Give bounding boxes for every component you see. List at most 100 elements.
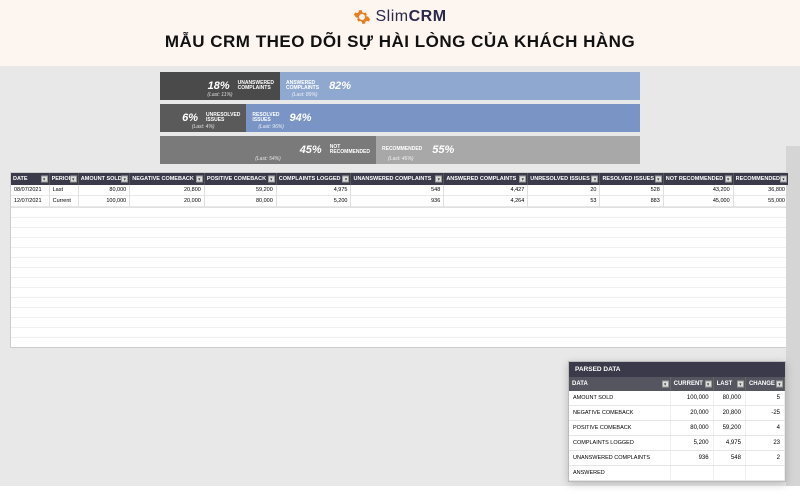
filter-dropdown-icon[interactable]: ▾ — [41, 176, 48, 183]
parsed-row[interactable]: AMOUNT SOLD100,00080,0005 — [569, 391, 785, 406]
table-cell: 883 — [600, 196, 663, 207]
column-header[interactable]: UNRESOLVED ISSUES▾ — [528, 173, 600, 185]
kpi-right-pct: 94% — [290, 112, 312, 124]
column-header[interactable]: NOT RECOMMENDED▾ — [663, 173, 733, 185]
filter-dropdown-icon[interactable]: ▾ — [591, 176, 598, 183]
column-header[interactable]: AMOUNT SOLD▾ — [78, 173, 129, 185]
filter-dropdown-icon[interactable]: ▾ — [725, 176, 732, 183]
filter-dropdown-icon[interactable]: ▾ — [196, 176, 203, 183]
parsed-cell: 80,000 — [713, 391, 745, 406]
table-cell: 528 — [600, 185, 663, 196]
brand-logo: SlimCRM — [0, 8, 800, 26]
parsed-cell: POSITIVE COMEBACK — [569, 421, 670, 436]
kpi-right-label: ANSWEREDCOMPLAINTS — [286, 81, 319, 92]
filter-dropdown-icon[interactable]: ▾ — [737, 381, 744, 388]
column-header[interactable]: COMPLAINTS LOGGED▾ — [276, 173, 351, 185]
parsed-cell: 5,200 — [670, 436, 713, 451]
table-cell: 80,000 — [78, 185, 129, 196]
parsed-column-header[interactable]: LAST▾ — [713, 377, 745, 391]
kpi-right-label: RECOMMENDED — [382, 147, 422, 153]
kpi-bar-row: 6%UNRESOLVEDISSUES(Last: 4%)RESOLVEDISSU… — [160, 104, 640, 132]
parsed-column-header[interactable]: CURRENT▾ — [670, 377, 713, 391]
kpi-left-label: NOTRECOMMENDED — [330, 145, 370, 156]
filter-dropdown-icon[interactable]: ▾ — [780, 176, 787, 183]
filter-dropdown-icon[interactable]: ▾ — [121, 176, 128, 183]
kpi-left-label: UNRESOLVEDISSUES — [206, 113, 240, 124]
kpi-left-pct: 6% — [182, 112, 198, 124]
table-cell: 4,975 — [276, 185, 351, 196]
table-cell: 4,427 — [444, 185, 528, 196]
parsed-data-panel: PARSED DATA DATA▾CURRENT▾LAST▾CHANGE▾ AM… — [568, 361, 786, 482]
page-title: MẪU CRM THEO DÕI SỰ HÀI LÒNG CỦA KHÁCH H… — [0, 32, 800, 52]
empty-grid-rows — [11, 207, 789, 347]
kpi-left-last: (Last: 4%) — [192, 124, 215, 130]
table-cell: 43,200 — [663, 185, 733, 196]
column-header[interactable]: UNANSWERED COMPLAINTS▾ — [351, 173, 444, 185]
parsed-cell — [745, 466, 784, 481]
parsed-cell: 20,000 — [670, 406, 713, 421]
table-row[interactable]: 12/07/2021Current100,00020,00080,0005,20… — [11, 196, 789, 207]
filter-dropdown-icon[interactable]: ▾ — [342, 176, 349, 183]
column-header[interactable]: NEGATIVE COMEBACK▾ — [130, 173, 205, 185]
filter-dropdown-icon[interactable]: ▾ — [70, 176, 77, 183]
parsed-cell: 936 — [670, 451, 713, 466]
parsed-cell: 2 — [745, 451, 784, 466]
parsed-cell: 59,200 — [713, 421, 745, 436]
parsed-cell: 100,000 — [670, 391, 713, 406]
table-cell: 5,200 — [276, 196, 351, 207]
parsed-row[interactable]: UNANSWERED COMPLAINTS9365482 — [569, 451, 785, 466]
kpi-bar-right: RECOMMENDED55%(Last: 46%) — [376, 136, 640, 164]
kpi-left-last: (Last: 11%) — [207, 92, 232, 98]
kpi-right-last: (Last: 89%) — [292, 92, 318, 98]
parsed-cell: UNANSWERED COMPLAINTS — [569, 451, 670, 466]
table-cell: 36,800 — [733, 185, 788, 196]
kpi-bar-row: 18% UNANSWEREDCOMPLAINTS (Last: 11%) ANSWER… — [160, 72, 640, 100]
gear-icon — [353, 8, 371, 26]
filter-dropdown-icon[interactable]: ▾ — [776, 381, 783, 388]
parsed-cell — [713, 466, 745, 481]
filter-dropdown-icon[interactable]: ▾ — [519, 176, 526, 183]
parsed-row[interactable]: NEGATIVE COMEBACK20,00020,800-25 — [569, 406, 785, 421]
parsed-row[interactable]: POSITIVE COMEBACK80,00059,2004 — [569, 421, 785, 436]
table-cell: 45,000 — [663, 196, 733, 207]
table-cell: 08/07/2021 — [11, 185, 49, 196]
column-header[interactable]: RESOLVED ISSUES▾ — [600, 173, 663, 185]
table-cell: 20 — [528, 185, 600, 196]
column-header[interactable]: RECOMMENDED▾ — [733, 173, 788, 185]
parsed-cell — [670, 466, 713, 481]
parsed-row[interactable]: ANSWERED — [569, 466, 785, 481]
parsed-cell: 5 — [745, 391, 784, 406]
parsed-cell: 23 — [745, 436, 784, 451]
brand-name: SlimCRM — [375, 8, 446, 26]
parsed-cell: 4 — [745, 421, 784, 436]
kpi-bar-left: 45%NOTRECOMMENDED(Last: 54%) — [160, 136, 376, 164]
parsed-column-header[interactable]: DATA▾ — [569, 377, 670, 391]
column-header[interactable]: POSITIVE COMEBACK▾ — [204, 173, 276, 185]
parsed-column-header[interactable]: CHANGE▾ — [745, 377, 784, 391]
table-cell: 53 — [528, 196, 600, 207]
column-header[interactable]: ANSWERED COMPLAINTS▾ — [444, 173, 528, 185]
table-row[interactable]: 08/07/2021Last80,00020,80059,2004,975548… — [11, 185, 789, 196]
kpi-left-label: UNANSWEREDCOMPLAINTS — [238, 81, 274, 92]
table-header-row: DATE▾PERIOD▾AMOUNT SOLD▾NEGATIVE COMEBAC… — [11, 173, 789, 185]
right-gutter — [786, 146, 800, 486]
filter-dropdown-icon[interactable]: ▾ — [268, 176, 275, 183]
table-cell: 20,000 — [130, 196, 205, 207]
header-banner: SlimCRM MẪU CRM THEO DÕI SỰ HÀI LÒNG CỦA… — [0, 0, 800, 66]
parsed-row[interactable]: COMPLAINTS LOGGED5,2004,97523 — [569, 436, 785, 451]
filter-dropdown-icon[interactable]: ▾ — [435, 176, 442, 183]
parsed-title: PARSED DATA — [569, 362, 785, 377]
kpi-left-pct: 18% — [208, 80, 230, 92]
table-cell: 100,000 — [78, 196, 129, 207]
kpi-right-pct: 55% — [432, 144, 454, 156]
filter-dropdown-icon[interactable]: ▾ — [655, 176, 662, 183]
kpi-left-pct: 45% — [300, 144, 322, 156]
kpi-right-last: (Last: 96%) — [258, 124, 284, 130]
column-header[interactable]: PERIOD▾ — [49, 173, 78, 185]
filter-dropdown-icon[interactable]: ▾ — [705, 381, 712, 388]
column-header[interactable]: DATE▾ — [11, 173, 49, 185]
table-cell: 12/07/2021 — [11, 196, 49, 207]
filter-dropdown-icon[interactable]: ▾ — [662, 381, 669, 388]
table-cell: Current — [49, 196, 78, 207]
kpi-bar-right: RESOLVEDISSUES94%(Last: 96%) — [246, 104, 640, 132]
